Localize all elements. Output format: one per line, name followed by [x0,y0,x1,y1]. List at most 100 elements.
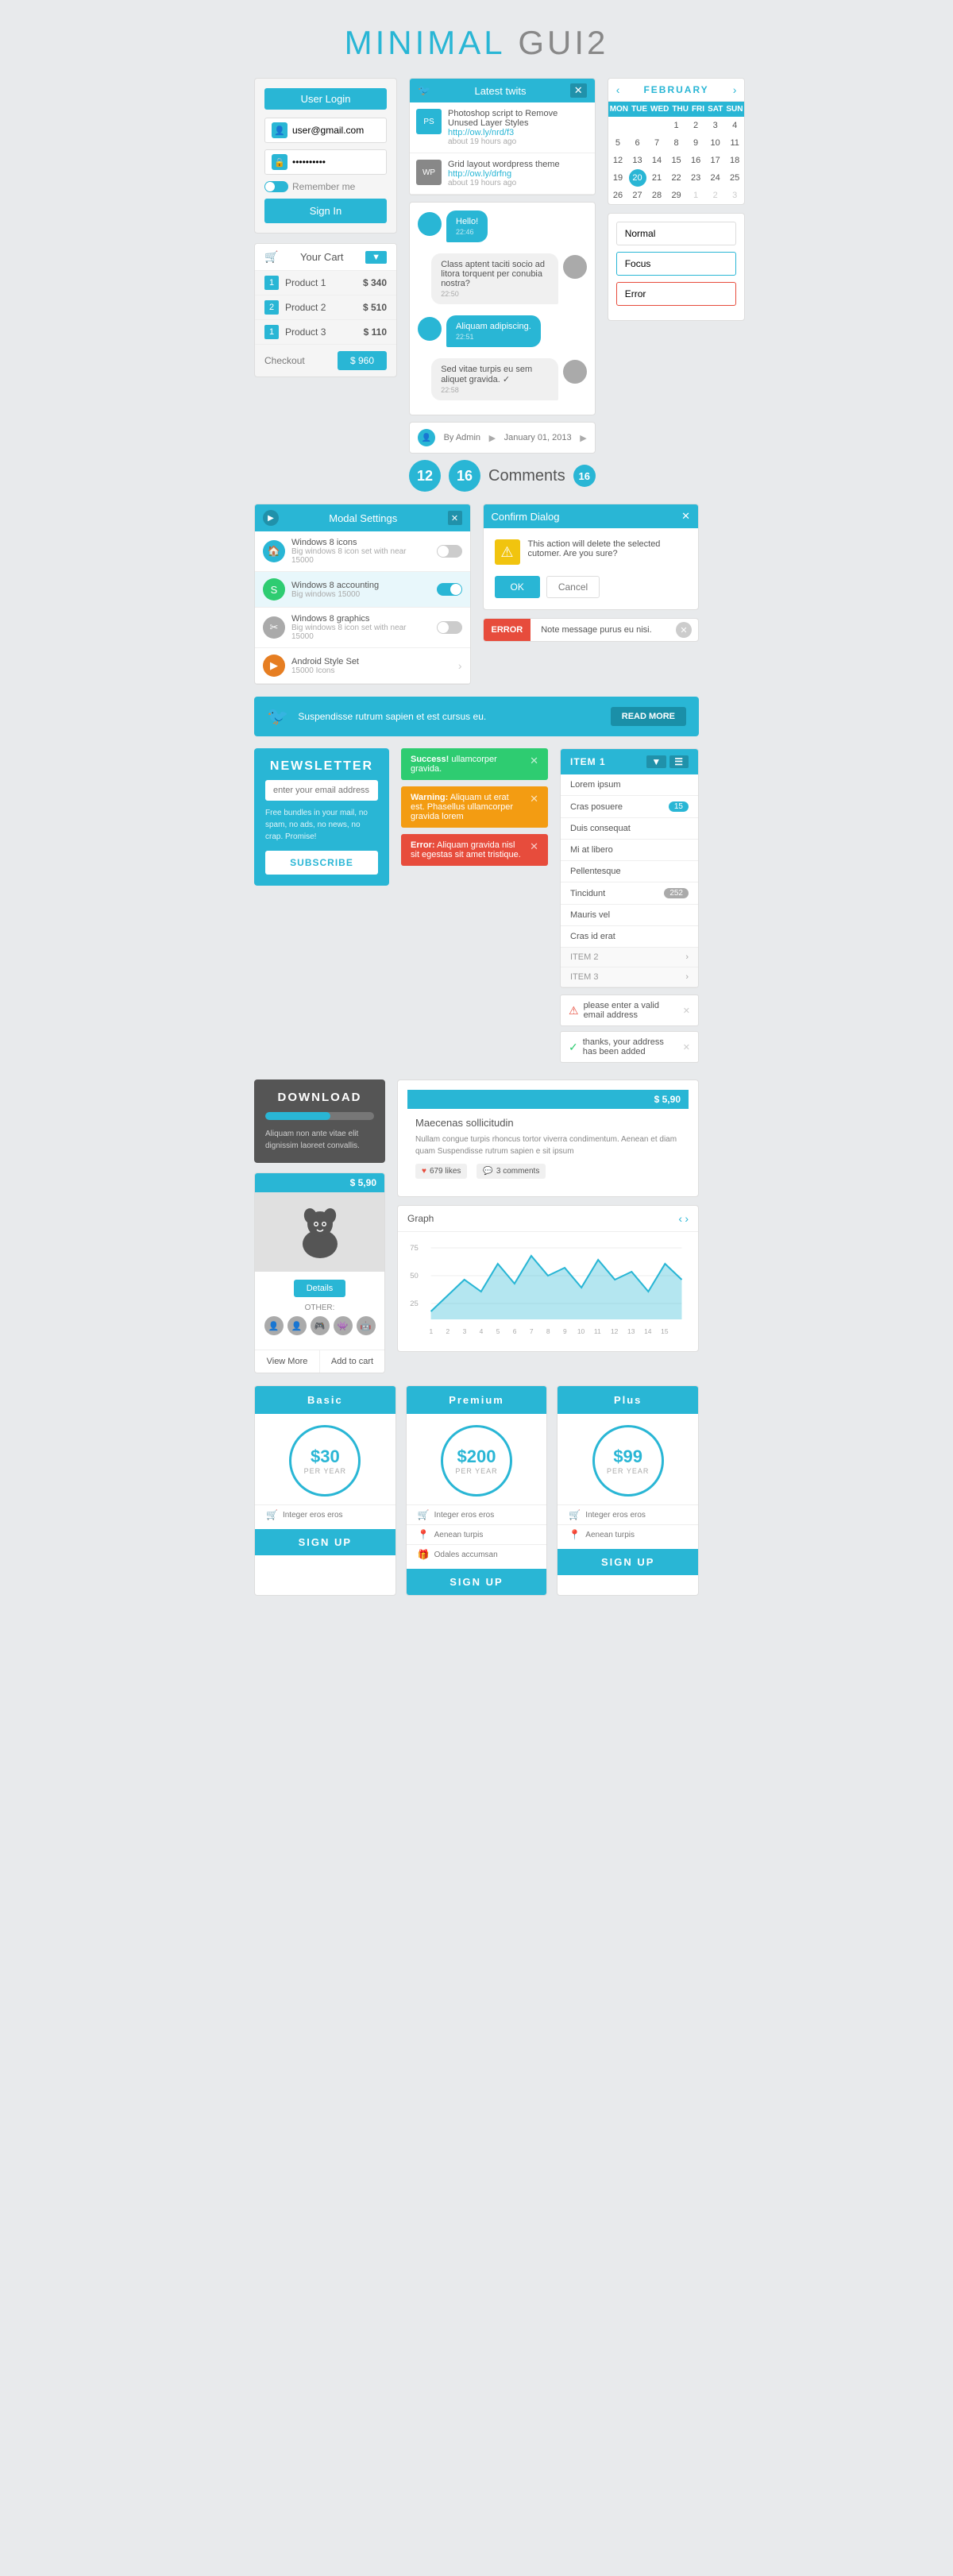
newsletter-title: NEWSLETTER [265,759,378,774]
svg-text:13: 13 [627,1328,635,1335]
twitter-chat-col: 🐦 Latest twits ✕ PS Photoshop script to … [409,78,596,492]
comments-count-badge: 16 [449,460,480,492]
graph-card: Graph ‹ › 75 50 25 [397,1205,699,1352]
validation-error-text: please enter a valid email address [584,1001,678,1020]
calendar-card: ‹ FEBRUARY › MON TUE WED THU FRI SAT SUN [608,78,746,205]
graph-next-icon[interactable]: › [685,1212,689,1225]
cal-next-icon[interactable]: › [733,83,737,96]
alert-success-close[interactable]: ✕ [530,755,538,767]
cart-item-2: 2 Product 2 $ 510 [255,295,396,320]
toggle-1[interactable] [437,545,462,558]
cart-dropdown-icon[interactable]: ▼ [365,251,387,264]
alert-warning: Warning: Aliquam ut erat est. Phasellus … [401,786,548,828]
email-field-row[interactable]: 👤 ▼ [264,118,387,143]
chat-bubble-1: Hello! 22:46 [446,210,488,242]
twitter-link-2[interactable]: http://ow.ly/drfng [448,169,511,179]
product-card: $ 5,90 Detail [254,1172,385,1373]
twitter-link-1[interactable]: http://ow.ly/nrd/f3 [448,128,514,137]
dialog-close-icon[interactable]: ✕ [681,510,690,523]
read-more-button[interactable]: READ MORE [611,707,686,726]
accordion-item-mauris: Mauris vel [561,905,698,926]
arrow-right-icon: › [458,659,462,672]
note-close-icon[interactable]: ✕ [676,622,692,638]
ok-button[interactable]: OK [495,576,540,598]
toggle-3[interactable] [437,621,462,634]
graph-prev-icon[interactable]: ‹ [678,1212,682,1225]
gift-feat-icon: 🎁 [418,1549,430,1560]
dialog-body: ⚠ This action will delete the selected c… [484,528,699,576]
error-tag: ERROR [484,619,531,641]
pricing-plus: Plus $99 PER YEAR 🛒 Integer eros eros 📍 … [557,1385,699,1596]
pricing-premium-feature-3: 🎁 Odales accumsan [407,1544,547,1564]
badge-15: 15 [669,801,689,812]
remember-label: Remember me [292,181,355,192]
chat-avatar-2 [563,255,587,279]
modal-item-4: ▶ Android Style Set 15000 Icons › [255,648,470,684]
checkout-button[interactable]: $ 960 [338,351,387,370]
svg-text:3: 3 [463,1328,467,1335]
chat-bubble-3: Aliquam adipiscing. 22:51 [446,315,541,347]
error-input[interactable] [616,282,737,306]
login-header: User Login [264,88,387,110]
newsletter-input[interactable] [265,780,378,801]
svg-text:50: 50 [410,1272,419,1280]
svg-text:75: 75 [410,1244,419,1252]
article-title: Maecenas sollicitudin [415,1117,681,1129]
plus-signup-button[interactable]: SIGN UP [558,1549,698,1575]
comments-label: Comments [488,467,565,485]
modal-play-icon[interactable]: ▶ [263,510,279,526]
remember-toggle[interactable] [264,181,288,192]
signin-button[interactable]: Sign In [264,199,387,223]
basic-signup-button[interactable]: SIGN UP [255,1529,395,1555]
svg-text:12: 12 [611,1328,619,1335]
cal-prev-icon[interactable]: ‹ [616,83,620,96]
twitter-banner-text: Suspendisse rutrum sapien et est cursus … [298,711,600,722]
accordion-dropdown-icon[interactable]: ▼ [646,755,666,768]
focus-input[interactable] [616,252,737,276]
accordion-header-1[interactable]: ITEM 1 ▼ ☰ [561,749,698,774]
accordion-menu-icon[interactable]: ☰ [669,755,689,768]
add-to-cart-button[interactable]: Add to cart [320,1350,384,1373]
alert-error-close[interactable]: ✕ [530,840,538,853]
comments-small-badge: 16 [573,465,596,487]
chat-section: Hello! 22:46 Class aptent taciti socio a… [409,202,596,415]
cart-item-1: 1 Product 1 $ 340 [255,271,396,295]
comment-button[interactable]: 💬 3 comments [476,1164,546,1179]
lock-icon: 🔒 [272,154,287,170]
password-input[interactable] [292,156,415,168]
premium-signup-button[interactable]: SIGN UP [407,1569,547,1595]
people-icon-1: 👤 [264,1316,284,1335]
svg-text:7: 7 [530,1328,534,1335]
details-button[interactable]: Details [294,1280,346,1297]
svg-text:2: 2 [446,1328,450,1335]
view-more-button[interactable]: View More [255,1350,320,1373]
pricing-basic-header: Basic [255,1386,395,1414]
normal-input[interactable] [616,222,737,245]
cart-feat-icon-pl1: 🛒 [569,1509,581,1520]
pricing-section: Basic $30 PER YEAR 🛒 Integer eros eros S… [254,1385,699,1596]
svg-text:5: 5 [496,1328,500,1335]
alert-error: Error: Aliquam gravida nisl sit egestas … [401,834,548,866]
validation-error-close[interactable]: ✕ [683,1006,690,1016]
email-input[interactable] [292,125,415,136]
twitter-close-icon[interactable]: ✕ [570,83,587,98]
cancel-button[interactable]: Cancel [546,576,600,598]
like-button[interactable]: ♥ 679 likes [415,1164,467,1179]
calendar-month: FEBRUARY [643,84,708,95]
download-description: Aliquam non ante vitae elit dignissim la… [265,1128,374,1152]
alert-warning-close[interactable]: ✕ [530,793,538,805]
accordion-item-2[interactable]: ITEM 2 › [561,948,698,967]
modal-col: ▶ Modal Settings ✕ 🏠 Windows 8 icons Big… [254,504,471,685]
modal-close-button[interactable]: ✕ [448,511,462,525]
warning-small-icon: ⚠ [569,1004,579,1018]
accordion-item-3[interactable]: ITEM 3 › [561,967,698,987]
subscribe-button[interactable]: SUBSCRIBE [265,851,378,875]
validation-section: ⚠ please enter a valid email address ✕ ✓… [560,994,699,1063]
svg-text:4: 4 [480,1328,484,1335]
password-field-row[interactable]: 🔒 [264,149,387,175]
cart-item-3: 1 Product 3 $ 110 [255,320,396,345]
toggle-2[interactable] [437,583,462,596]
validation-success-close[interactable]: ✕ [683,1042,690,1052]
cart-feat-icon-p1: 🛒 [418,1509,430,1520]
svg-text:25: 25 [410,1300,419,1307]
